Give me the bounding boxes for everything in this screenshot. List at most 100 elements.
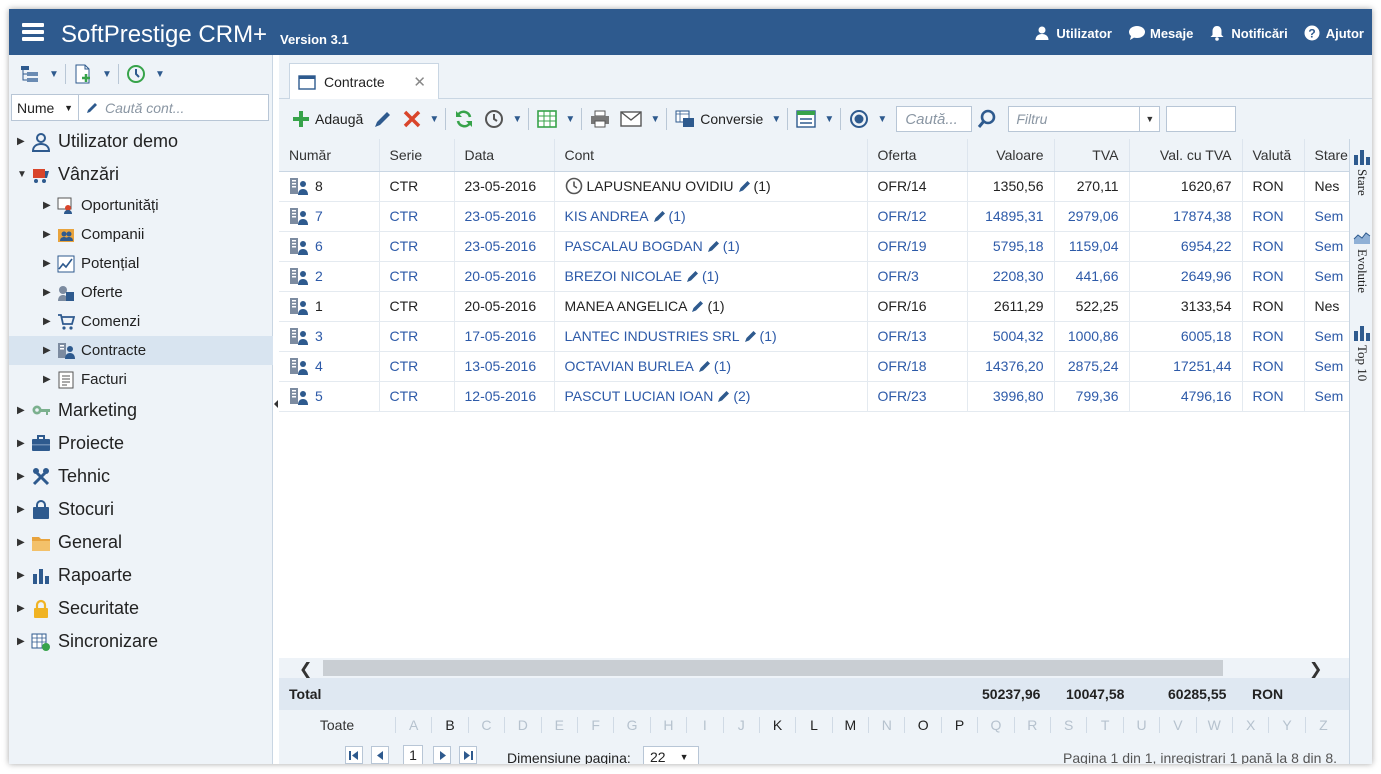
menu-icon[interactable] (22, 23, 44, 41)
table-row[interactable]: 2 CTR 20-05-2016 BREZOI NICOLAE (1) OFR/3 2208… (279, 261, 1349, 292)
cell-numar[interactable]: 2 (279, 261, 380, 292)
cell-cont[interactable]: PASCUT LUCIAN IOAN (2) (554, 381, 868, 412)
tree-item-proiecte[interactable]: ▶ Proiecte (9, 427, 273, 460)
cell-oferta[interactable]: OFR/23 (867, 381, 968, 412)
cell-numar[interactable]: 5 (279, 381, 380, 412)
cell-numar[interactable]: 4 (279, 351, 380, 382)
tree-item-general[interactable]: ▶ General (9, 526, 273, 559)
search-button[interactable] (972, 105, 1002, 133)
alphabet-letter[interactable]: D (504, 717, 540, 733)
last-page-button[interactable] (459, 746, 477, 764)
alphabet-letter[interactable]: K (758, 717, 795, 733)
account-name[interactable]: LAPUSNEANU OVIDIU (587, 178, 734, 194)
cell-numar[interactable]: 6 (279, 231, 380, 262)
tree-view-button[interactable] (17, 61, 43, 87)
columns-dropdown[interactable]: ▼ (562, 105, 578, 133)
expand-arrow-icon[interactable]: ▶ (17, 405, 27, 416)
scrollbar-thumb[interactable] (323, 660, 1223, 676)
expand-arrow-icon[interactable]: ▶ (17, 636, 27, 647)
convert-dropdown[interactable]: ▼ (768, 105, 784, 133)
column-header-data[interactable]: Data (454, 139, 555, 172)
cell-oferta[interactable]: OFR/16 (867, 291, 968, 322)
account-name[interactable]: PASCALAU BOGDAN (565, 238, 703, 254)
cell-oferta[interactable]: OFR/13 (867, 321, 968, 352)
alphabet-letter[interactable]: Y (1268, 717, 1304, 733)
alphabet-letter[interactable]: V (1159, 717, 1195, 733)
tree-item-stocuri[interactable]: ▶ Stocuri (9, 493, 273, 526)
alphabet-letter[interactable]: N (868, 717, 904, 733)
extra-input[interactable] (1166, 106, 1237, 132)
cell-numar[interactable]: 8 (279, 171, 380, 202)
alphabet-letter[interactable]: Q (977, 717, 1013, 733)
new-document-dropdown[interactable]: ▼ (100, 61, 114, 87)
expand-arrow-icon[interactable]: ▶ (43, 200, 53, 211)
alphabet-letter[interactable]: O (904, 717, 940, 733)
column-header-cont[interactable]: Cont (554, 139, 868, 172)
alphabet-letter[interactable]: S (1050, 717, 1086, 733)
next-page-button[interactable] (433, 746, 451, 764)
alphabet-letter[interactable]: P (940, 717, 977, 733)
pencil-icon[interactable] (707, 239, 721, 253)
scroll-right-icon[interactable]: ❯ (1309, 659, 1322, 679)
search-field-select[interactable]: Nume ▼ (11, 94, 79, 121)
alphabet-letter[interactable]: H (649, 717, 686, 733)
tree-item-securitate[interactable]: ▶ Securitate (9, 592, 273, 625)
rail-item-evolutie[interactable]: Evolutie (1352, 229, 1372, 293)
alphabet-letter[interactable]: W (1195, 717, 1232, 733)
delete-button[interactable] (398, 105, 426, 133)
alphabet-letter[interactable]: C (467, 717, 504, 733)
cell-oferta[interactable]: OFR/18 (867, 351, 968, 382)
expand-arrow-icon[interactable]: ▶ (43, 316, 53, 327)
alphabet-letter[interactable]: Z (1304, 717, 1341, 733)
target-button[interactable] (844, 105, 874, 133)
table-row[interactable]: 8 CTR 23-05-2016 LAPUSNEANU OVIDIU (1) OFR/14… (279, 171, 1349, 202)
new-document-button[interactable] (70, 61, 96, 87)
rail-item-stare[interactable]: Stare (1352, 149, 1372, 196)
tree-item-oportunitati[interactable]: ▶ Oportunități (9, 191, 273, 220)
account-search-input[interactable]: Caută cont... (79, 94, 269, 121)
cell-oferta[interactable]: OFR/14 (867, 171, 968, 202)
target-dropdown[interactable]: ▼ (874, 105, 890, 133)
table-row[interactable]: 5 CTR 12-05-2016 PASCUT LUCIAN IOAN (2) OFR/2… (279, 381, 1349, 412)
alphabet-letter[interactable]: U (1122, 717, 1159, 733)
header-link-messages[interactable]: Mesaje (1128, 25, 1193, 41)
pencil-icon[interactable] (698, 359, 712, 373)
column-header-valuta[interactable]: Valută (1242, 139, 1305, 172)
pencil-icon[interactable] (744, 329, 758, 343)
alphabet-letter[interactable]: E (540, 717, 577, 733)
cell-oferta[interactable]: OFR/19 (867, 231, 968, 262)
alphabet-letter[interactable]: G (613, 717, 649, 733)
pencil-icon[interactable] (691, 299, 705, 313)
tree-item-comenzi[interactable]: ▶ Comenzi (9, 307, 273, 336)
cell-cont[interactable]: PASCALAU BOGDAN (1) (554, 231, 868, 262)
history-dropdown[interactable]: ▼ (509, 105, 525, 133)
cell-numar[interactable]: 7 (279, 201, 380, 232)
cell-oferta[interactable]: OFR/3 (867, 261, 968, 292)
column-header-serie[interactable]: Serie (379, 139, 455, 172)
layout-dropdown[interactable]: ▼ (821, 105, 837, 133)
account-name[interactable]: LANTEC INDUSTRIES SRL (565, 328, 740, 344)
alphabet-letter[interactable]: R (1013, 717, 1050, 733)
expand-arrow-icon[interactable]: ▶ (43, 229, 53, 240)
table-row[interactable]: 1 CTR 20-05-2016 MANEA ANGELICA (1) OFR/16 261… (279, 291, 1349, 322)
table-row[interactable]: 4 CTR 13-05-2016 OCTAVIAN BURLEA (1) OFR/18 14… (279, 351, 1349, 382)
tree-item-tehnic[interactable]: ▶ Tehnic (9, 460, 273, 493)
tab-contracte[interactable]: Contracte ✕ (289, 63, 439, 100)
account-name[interactable]: OCTAVIAN BURLEA (565, 358, 694, 374)
cell-cont[interactable]: MANEA ANGELICA (1) (554, 291, 868, 322)
cell-numar[interactable]: 3 (279, 321, 380, 352)
account-name[interactable]: KIS ANDREA (565, 208, 649, 224)
columns-button[interactable] (532, 105, 562, 133)
close-icon[interactable]: ✕ (413, 73, 426, 91)
pencil-icon[interactable] (717, 389, 731, 403)
delete-dropdown[interactable]: ▼ (426, 105, 442, 133)
tree-item-potential[interactable]: ▶ Potențial (9, 249, 273, 278)
tree-item-user-demo[interactable]: ▶ Utilizator demo (9, 125, 273, 158)
layout-button[interactable] (791, 105, 821, 133)
alphabet-letter[interactable]: B (431, 717, 467, 733)
account-name[interactable]: BREZOI NICOLAE (565, 268, 682, 284)
pencil-icon[interactable] (738, 179, 752, 193)
expand-arrow-icon[interactable]: ▶ (17, 603, 27, 614)
account-name[interactable]: MANEA ANGELICA (565, 298, 688, 314)
alphabet-letter[interactable]: T (1086, 717, 1122, 733)
